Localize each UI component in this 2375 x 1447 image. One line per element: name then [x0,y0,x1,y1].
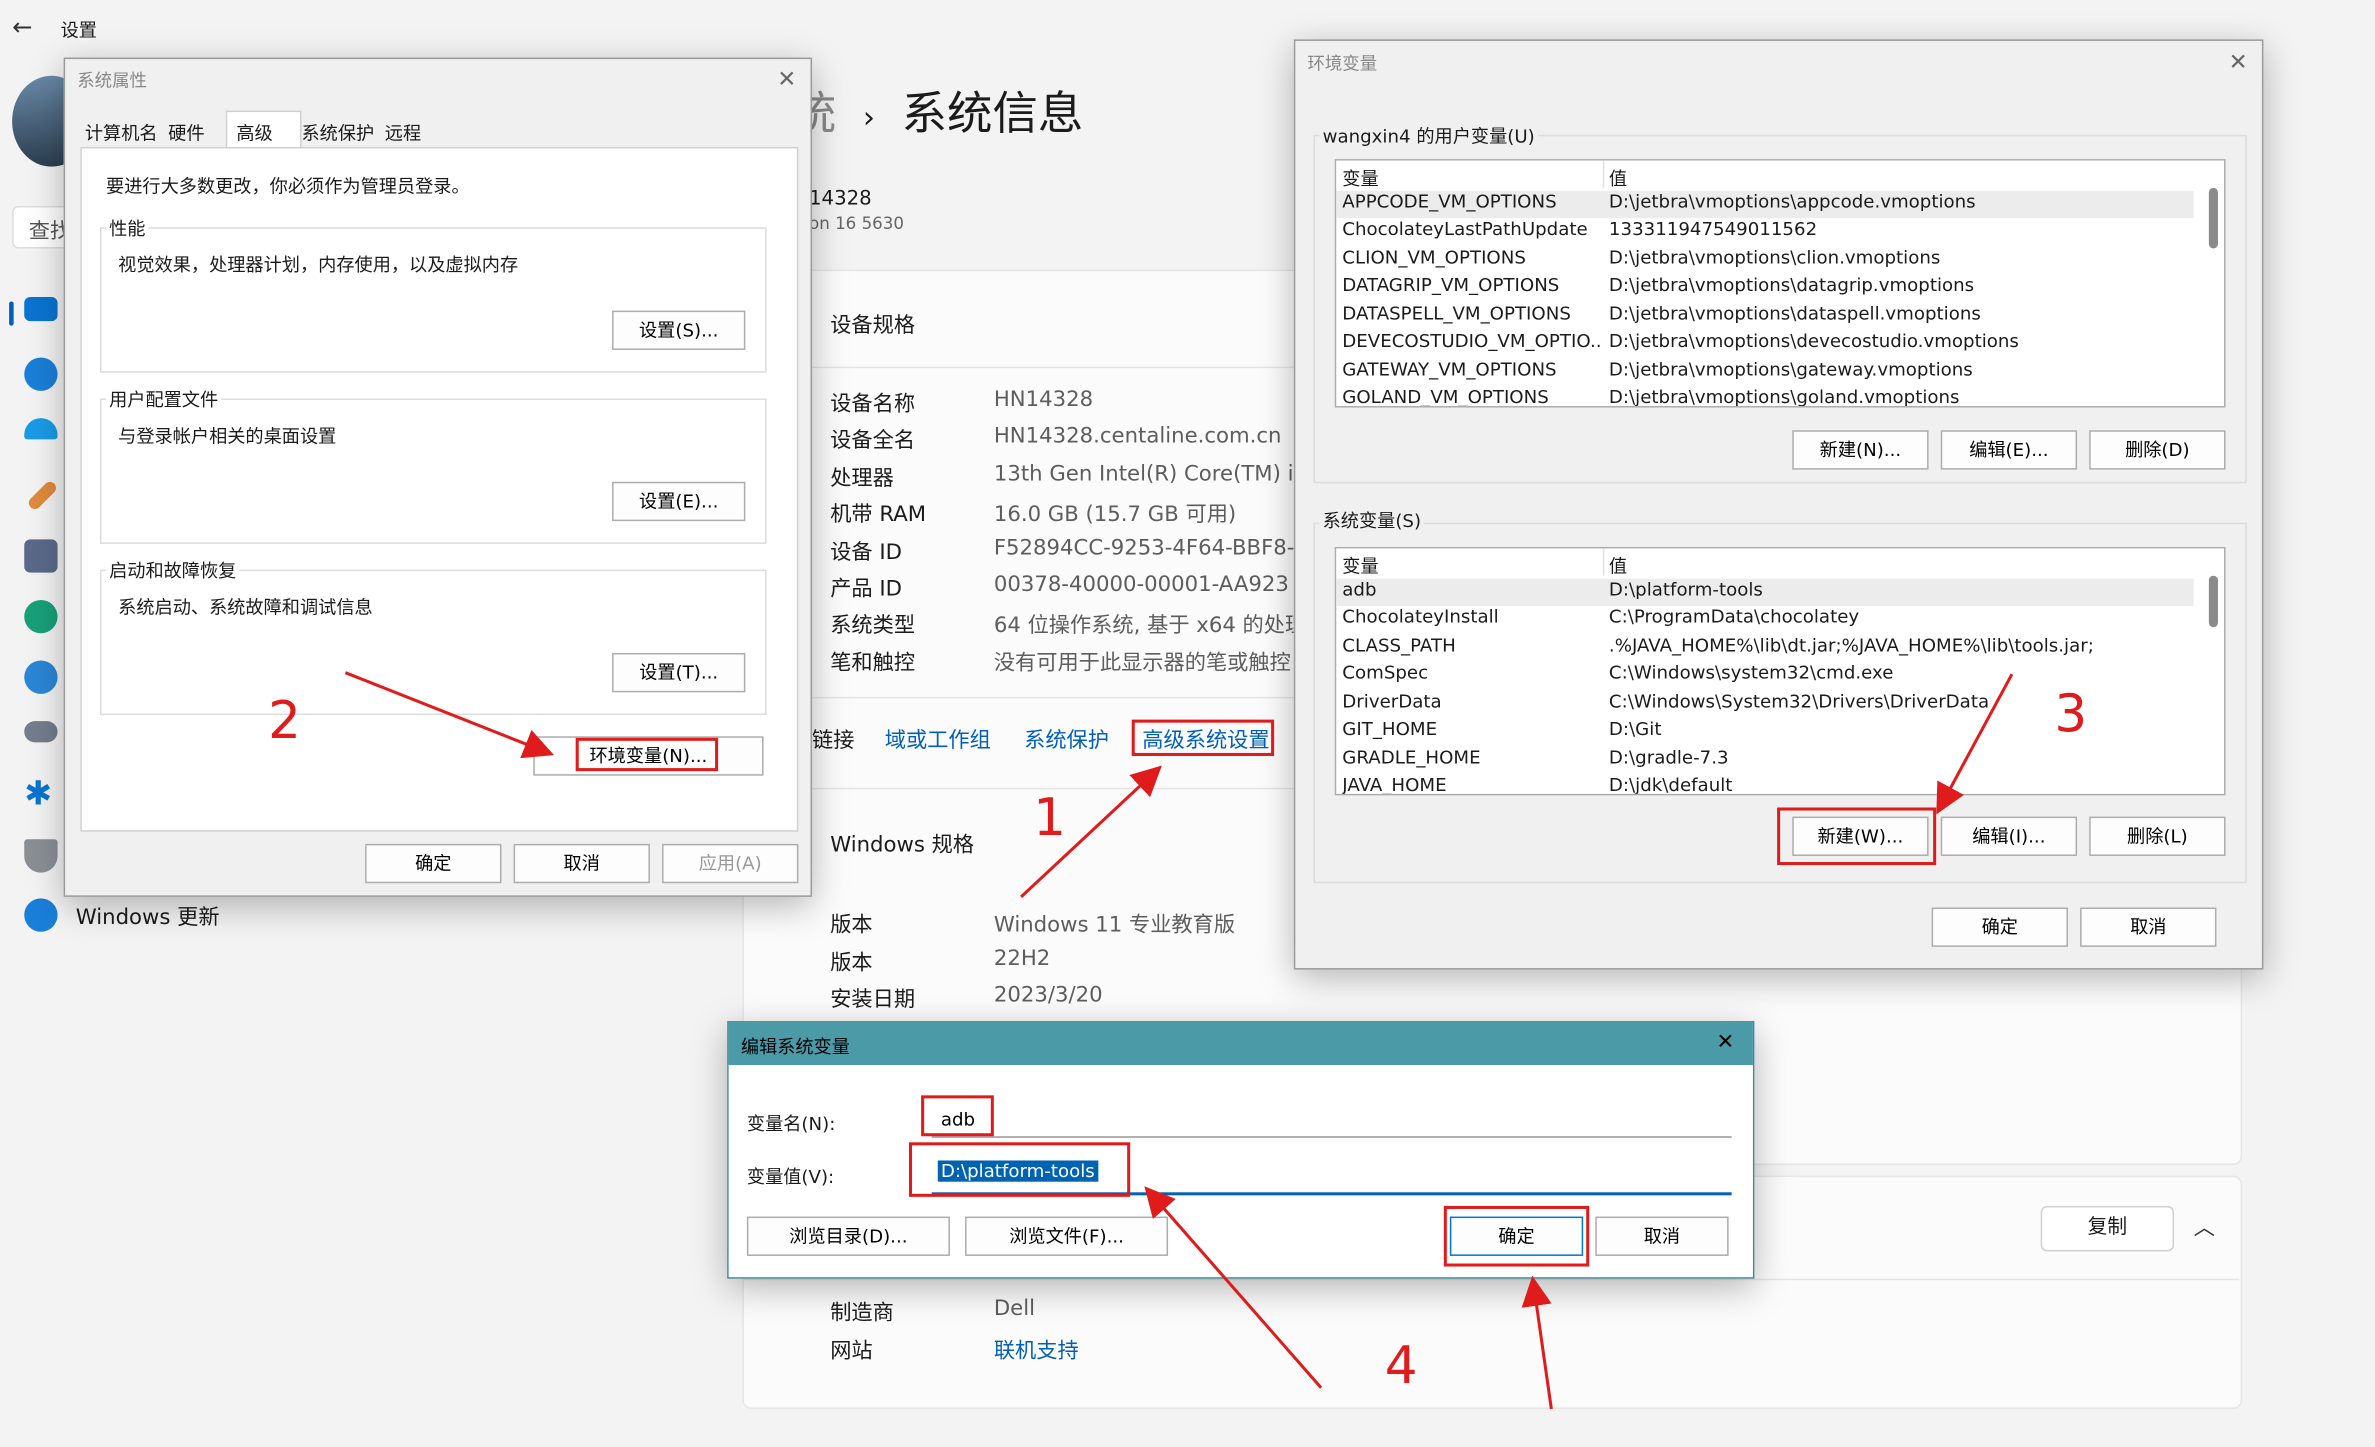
arrow-step4b [1521,1275,1553,1410]
arrow-step4a [1144,1186,1323,1389]
arrow-step1 [1020,765,1162,898]
annotation-arrows [344,671,2014,1410]
arrow-step2 [344,671,555,759]
arrow-step3 [1936,673,2014,815]
